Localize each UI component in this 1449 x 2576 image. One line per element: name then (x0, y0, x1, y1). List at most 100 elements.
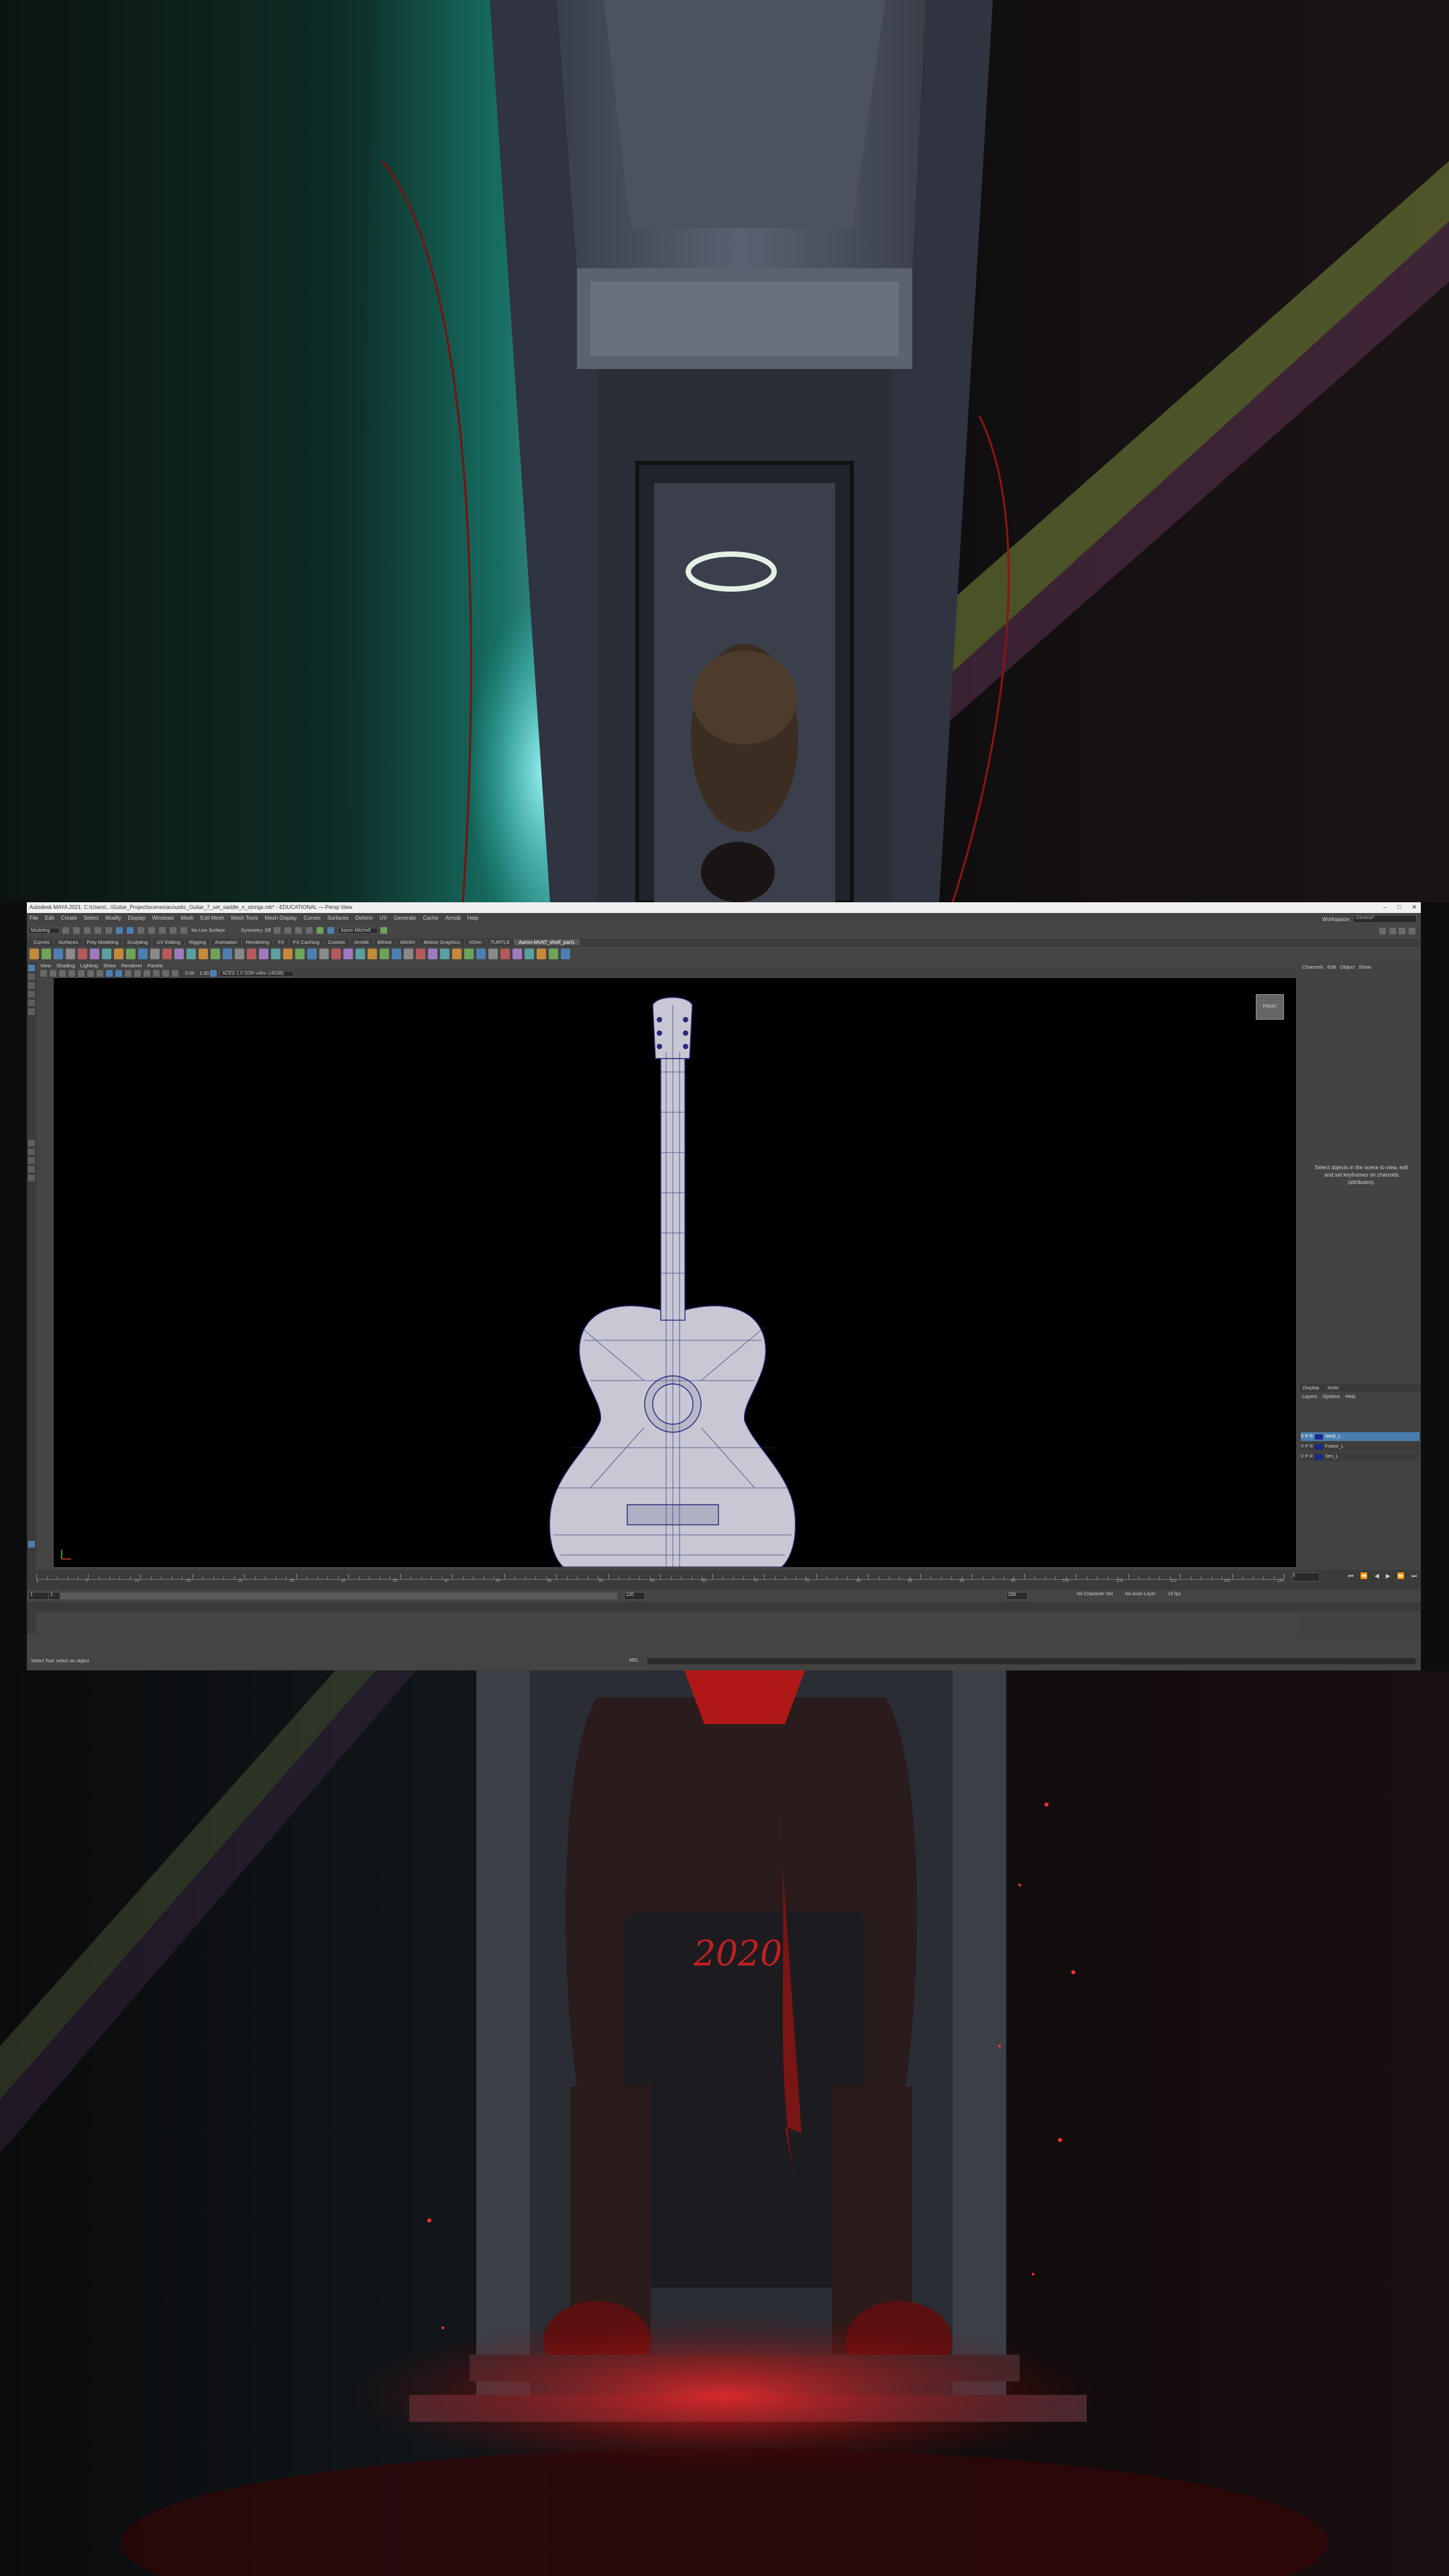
shelf-tab-rigging[interactable]: Rigging (185, 939, 211, 945)
render-frame-icon[interactable] (284, 927, 291, 934)
channel-box-tab-channels[interactable]: Channels (1302, 964, 1324, 970)
script-editor-icon[interactable] (28, 1541, 35, 1548)
close-button[interactable]: ✕ (1411, 904, 1417, 911)
image-plane-icon[interactable] (68, 970, 75, 977)
time-slider[interactable]: 1 5 10 15 20 25 30 35 40 45 50 55 60 65 70 75 80 85 90 95 10… (27, 1570, 1421, 1590)
shelf-tool-icon[interactable] (500, 949, 510, 959)
shelf-tab-custom-user[interactable]: Aaron-MVAT_shelf_part1 (515, 939, 580, 945)
anim-start-field[interactable]: 1 (28, 1592, 50, 1600)
layer-flags[interactable]: V P R (1301, 1444, 1313, 1449)
shelf-tool-icon[interactable] (368, 949, 377, 959)
menu-modify[interactable]: Modify (105, 915, 121, 921)
panel-menu-show[interactable]: Show (103, 963, 116, 969)
panel-menu-lighting[interactable]: Lighting (80, 963, 98, 969)
lasso-tool-icon[interactable] (28, 973, 35, 980)
shelf-tool-icon[interactable] (223, 949, 232, 959)
shelf-tab-poly-modeling[interactable]: Poly Modeling (83, 939, 123, 945)
select-hierarchy-icon[interactable] (116, 927, 123, 934)
menu-arnold[interactable]: Arnold (445, 915, 460, 921)
layer-color-swatch[interactable] (1315, 1444, 1324, 1450)
shelf-tool-icon[interactable] (78, 949, 87, 959)
shelf-tool-icon[interactable] (537, 949, 546, 959)
bookmark-icon[interactable] (59, 970, 66, 977)
shelf-tool-icon[interactable] (440, 949, 449, 959)
layer-tab-display[interactable]: Display (1299, 1384, 1323, 1391)
shelf-tool-icon[interactable] (295, 949, 305, 959)
color-management-icon[interactable] (210, 970, 217, 977)
step-back-button[interactable]: ⏪ (1360, 1572, 1368, 1580)
channel-box-tab-edit[interactable]: Edit (1328, 964, 1336, 970)
panel-menu-shading[interactable]: Shading (56, 963, 75, 969)
menu-windows[interactable]: Windows (152, 915, 174, 921)
layout-single-icon[interactable] (28, 1140, 35, 1146)
menu-generate[interactable]: Generate (394, 915, 416, 921)
shelf-tool-icon[interactable] (138, 949, 148, 959)
color-space-dropdown[interactable]: ACES 1.0 SDR-video (sRGB) (219, 970, 294, 977)
attribute-editor-icon[interactable] (1389, 927, 1396, 934)
character-set-dropdown[interactable]: No Character Set (1077, 1592, 1113, 1597)
redo-icon[interactable] (105, 927, 113, 934)
grid-icon[interactable] (78, 970, 85, 977)
layer-flags[interactable]: V P R (1301, 1434, 1313, 1439)
snap-grid-icon[interactable] (148, 927, 156, 934)
panel-menu-view[interactable]: View (40, 963, 51, 969)
shelf-tab-curves[interactable]: Curves (30, 939, 54, 945)
range-slider[interactable]: 1 1 120 200 No Character Set No Anim Lay… (27, 1590, 1421, 1602)
menu-file[interactable]: File (30, 915, 38, 921)
minimize-button[interactable]: – (1383, 904, 1387, 911)
viewport-persp[interactable]: FRONT persp (54, 978, 1296, 1567)
select-tool-icon[interactable] (28, 965, 35, 971)
shelf-tab-fx[interactable]: FX (274, 939, 289, 945)
shelf-tool-icon[interactable] (30, 949, 39, 959)
menu-uv[interactable]: UV (380, 915, 387, 921)
xray-icon[interactable] (172, 970, 178, 977)
channel-box-icon[interactable] (1409, 927, 1415, 934)
menu-edit-mesh[interactable]: Edit Mesh (201, 915, 225, 921)
mode-dropdown[interactable]: Modeling (28, 927, 60, 934)
mel-label[interactable]: MEL (629, 1658, 639, 1663)
paint-select-icon[interactable] (28, 982, 35, 989)
shelf-tool-icon[interactable] (307, 949, 317, 959)
camera-attr-icon[interactable] (50, 970, 56, 977)
shelf-tool-icon[interactable] (186, 949, 196, 959)
open-scene-icon[interactable] (73, 927, 80, 934)
menu-help[interactable]: Help (468, 915, 478, 921)
shelf-tab-xgen[interactable]: XGen (465, 939, 487, 945)
shelf-tab-custom[interactable]: Custom (324, 939, 350, 945)
shelf-tab-fx-caching[interactable]: FX Caching (289, 939, 324, 945)
user-icon[interactable] (327, 927, 334, 934)
maximize-button[interactable]: □ (1397, 904, 1401, 911)
camera-select-icon[interactable] (40, 970, 47, 977)
tool-settings-icon[interactable] (1399, 927, 1406, 934)
render-settings-icon[interactable] (305, 927, 313, 934)
play-backward-button[interactable]: ◀ (1375, 1572, 1379, 1580)
shelf-tool-icon[interactable] (54, 949, 63, 959)
shelf-tab-surfaces[interactable]: Surfaces (54, 939, 83, 945)
shelf-tool-icon[interactable] (549, 949, 558, 959)
render-view-icon[interactable] (273, 927, 280, 934)
select-component-icon[interactable] (138, 927, 145, 934)
layer-row[interactable]: V P R Neck_L (1301, 1432, 1419, 1441)
scale-tool-icon[interactable] (28, 1008, 35, 1015)
menu-edit[interactable]: Edit (45, 915, 54, 921)
shadows-icon[interactable] (144, 970, 150, 977)
channel-box-tab-show[interactable]: Show (1358, 964, 1371, 970)
menu-surfaces[interactable]: Surfaces (327, 915, 349, 921)
smooth-shade-icon[interactable] (115, 970, 122, 977)
lights-icon[interactable] (134, 970, 141, 977)
menu-deform[interactable]: Deform (356, 915, 373, 921)
go-to-start-button[interactable]: ⏮ (1348, 1572, 1354, 1580)
play-forward-button[interactable]: ▶ (1386, 1572, 1391, 1580)
shelf-tool-icon[interactable] (525, 949, 534, 959)
shelf-tool-icon[interactable] (102, 949, 111, 959)
shelf-tool-icon[interactable] (561, 949, 570, 959)
exposure-value[interactable]: 0.00 (185, 971, 195, 976)
undo-icon[interactable] (95, 927, 102, 934)
anim-layer-dropdown[interactable]: No Anim Layer (1125, 1592, 1156, 1597)
shelf-tool-icon[interactable] (174, 949, 184, 959)
panel-menu-renderer[interactable]: Renderer (121, 963, 142, 969)
layer-row[interactable]: V P R Strs_L (1301, 1452, 1419, 1461)
view-cube[interactable]: FRONT (1256, 994, 1284, 1020)
layer-tab-anim[interactable]: Anim (1324, 1384, 1342, 1391)
layer-menu-layers[interactable]: Layers (1302, 1393, 1318, 1399)
